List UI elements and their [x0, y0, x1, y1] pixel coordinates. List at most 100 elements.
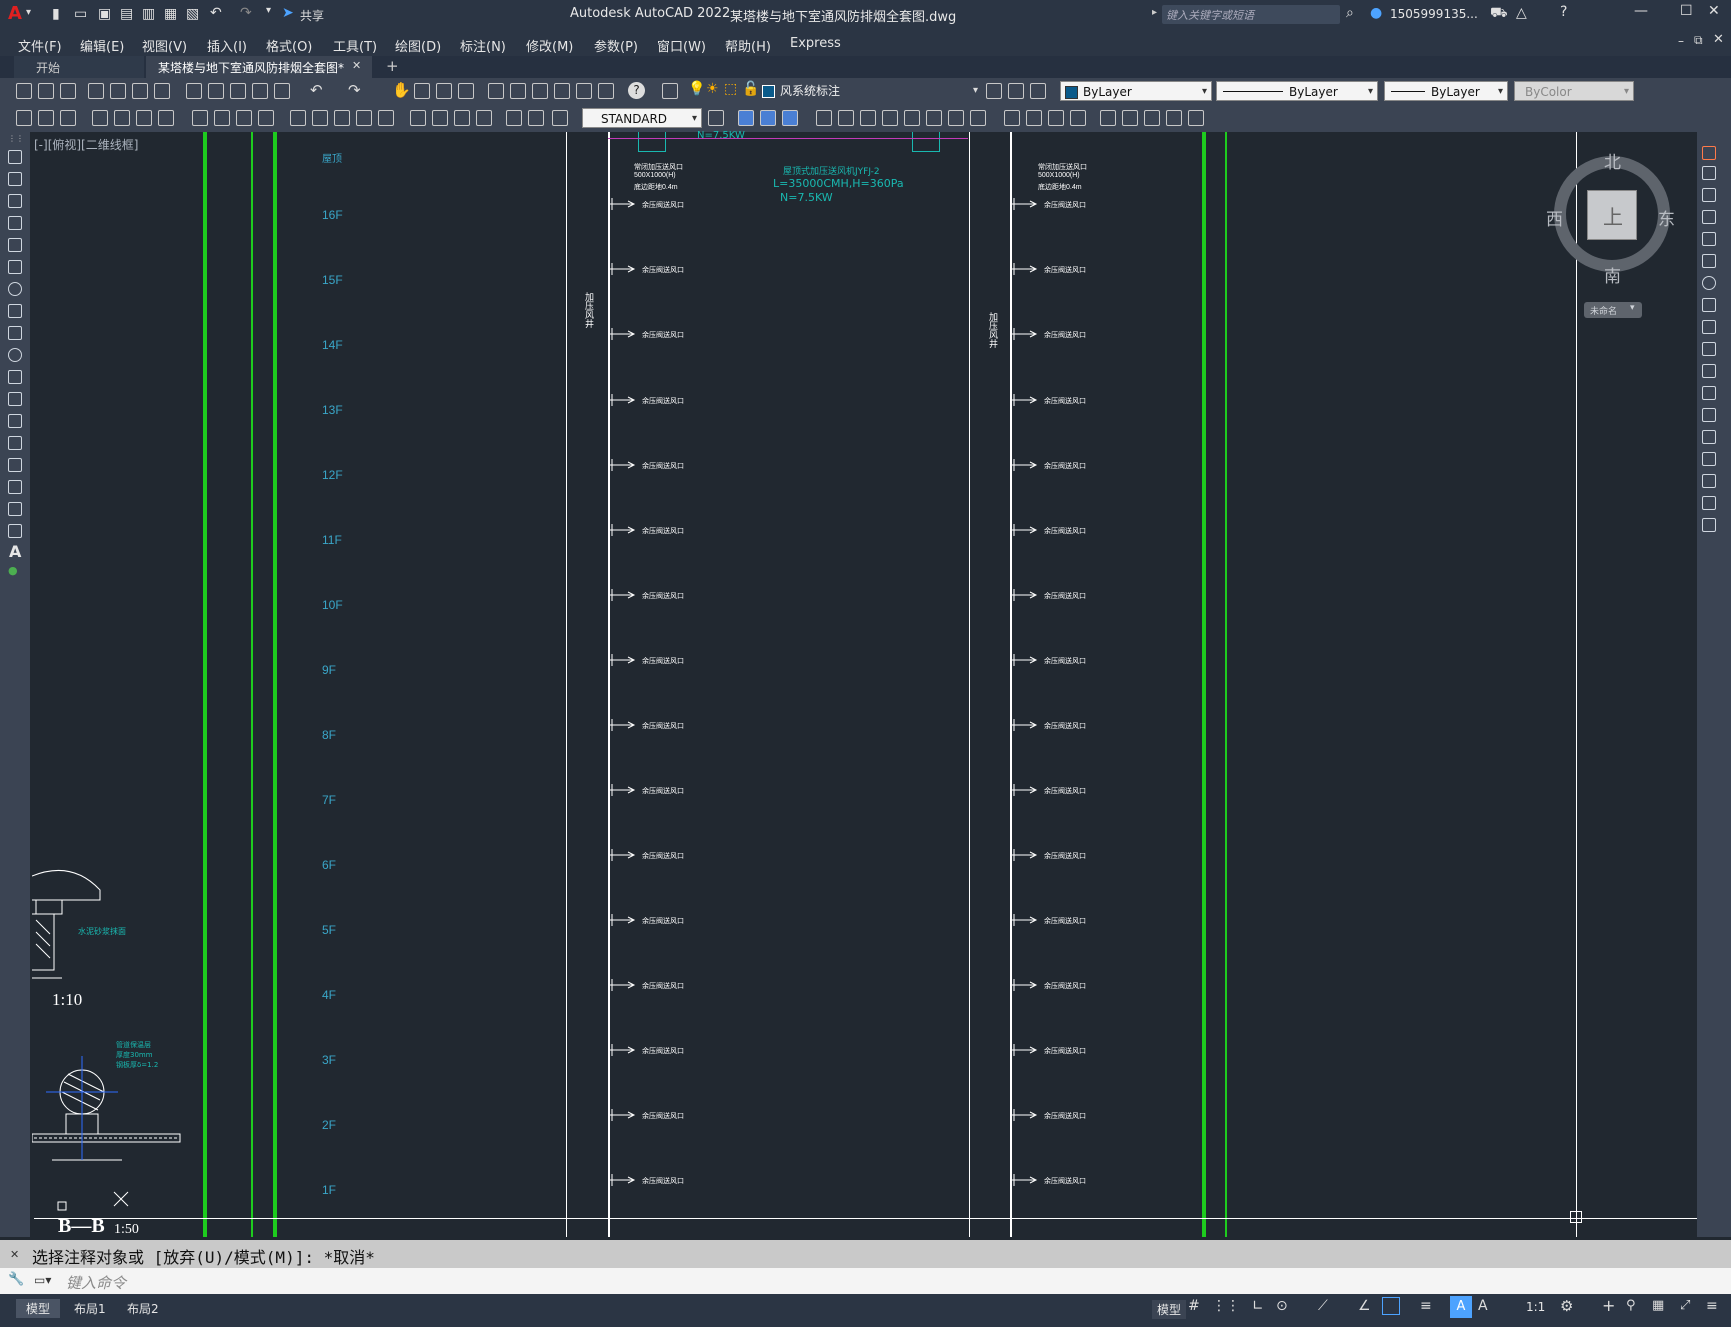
new-file-icon[interactable]: ▮	[52, 6, 60, 22]
ucs-x-icon[interactable]	[948, 110, 964, 126]
undo-icon[interactable]: ↶	[210, 5, 222, 21]
viewcube-north[interactable]: 北	[1604, 148, 1621, 173]
viewport-controls-label[interactable]: [-][俯视][二维线框]	[34, 136, 138, 153]
dim-jogged-icon[interactable]	[214, 110, 230, 126]
maximize-icon[interactable]: ☐	[1680, 3, 1693, 19]
tb-redo-icon[interactable]: ↷	[348, 81, 361, 99]
copy-object-icon[interactable]	[1702, 166, 1716, 180]
hardware-acceleration-icon[interactable]: ▦	[1652, 1298, 1664, 1313]
viewcube-south[interactable]: 南	[1604, 262, 1621, 287]
menu-file[interactable]: 文件(F)	[18, 36, 62, 55]
region-icon[interactable]	[8, 502, 22, 516]
new-tab-icon[interactable]: +	[386, 57, 399, 75]
erase-icon[interactable]	[1702, 146, 1716, 160]
viewcube-east[interactable]: 东	[1658, 205, 1675, 230]
menu-format[interactable]: 格式(O)	[266, 36, 312, 55]
isolate-icon[interactable]: ⚲	[1626, 1298, 1636, 1313]
chamfer-icon[interactable]	[1702, 452, 1716, 466]
ucs-zaxis-icon[interactable]	[904, 110, 920, 126]
tb-sheet-set-icon[interactable]	[554, 83, 570, 99]
blend-icon[interactable]	[1702, 496, 1716, 510]
tb-undo-icon[interactable]: ↶	[310, 81, 323, 99]
menu-window[interactable]: 窗口(W)	[657, 36, 706, 55]
draw-ellipse-arc-icon[interactable]	[8, 370, 22, 384]
fillet-icon[interactable]	[1702, 474, 1716, 488]
snap-icon[interactable]: ⋮⋮	[1212, 1298, 1240, 1314]
tb-layer-properties-icon[interactable]	[662, 83, 678, 99]
minimize-icon[interactable]: —	[1634, 3, 1648, 19]
user-name[interactable]: 1505999135...	[1390, 7, 1478, 21]
layer-vp-icon[interactable]: ⬚	[724, 81, 737, 97]
doc-close-icon[interactable]: ✕	[1713, 32, 1724, 47]
tb-attdef-icon[interactable]	[16, 110, 32, 126]
annotation-visibility-icon[interactable]: A	[1450, 1296, 1472, 1318]
tb-copy-icon[interactable]	[208, 83, 224, 99]
cart-icon[interactable]: ⛟	[1490, 5, 1508, 23]
view-front-icon[interactable]	[1100, 110, 1116, 126]
user-icon[interactable]: ●	[1370, 5, 1382, 21]
command-customize-icon[interactable]: 🔧	[8, 1272, 24, 1287]
dim-text-edit-icon[interactable]	[528, 110, 544, 126]
command-close-icon[interactable]: ✕	[10, 1248, 19, 1261]
view-sw-icon[interactable]	[1144, 110, 1160, 126]
doc-restore-icon[interactable]: ⧉	[1694, 33, 1703, 48]
tab-model[interactable]: 模型	[16, 1299, 61, 1318]
annotation-autoscale-icon[interactable]: A	[1478, 1298, 1488, 1314]
layer-thaw-sun-icon[interactable]: ☀	[706, 81, 719, 97]
menu-help[interactable]: 帮助(H)	[725, 36, 771, 55]
customization-icon[interactable]: ≡	[1706, 1298, 1718, 1314]
save-web-icon[interactable]: ▦	[164, 6, 177, 22]
menu-view[interactable]: 视图(V)	[142, 36, 187, 55]
ucs-face-icon[interactable]	[816, 110, 832, 126]
view-ne-icon[interactable]	[1188, 110, 1204, 126]
dim-update-icon[interactable]	[552, 110, 568, 126]
tb-help-icon[interactable]: ?	[628, 82, 645, 99]
model-space-button[interactable]: 模型	[1152, 1300, 1187, 1319]
doc-minimize-icon[interactable]: –	[1678, 34, 1684, 48]
tb-pan-icon[interactable]: ✋	[392, 81, 411, 99]
make-block-icon[interactable]	[8, 414, 22, 428]
isodraft-icon[interactable]: ⟋	[1318, 1298, 1328, 1314]
tab-close-icon[interactable]: ✕	[352, 59, 361, 72]
view-top-icon[interactable]	[1004, 110, 1020, 126]
annotation-scale[interactable]: 1:1	[1526, 1300, 1545, 1314]
draw-revcloud-icon[interactable]	[8, 304, 22, 318]
view-left-icon[interactable]	[1048, 110, 1064, 126]
layer-on-bulb-icon[interactable]: 💡	[688, 81, 705, 97]
help-icon[interactable]: ?	[1560, 4, 1567, 20]
insert-block-icon[interactable]	[8, 392, 22, 406]
dim-ordinate-icon[interactable]	[158, 110, 174, 126]
otrack-icon[interactable]: ∠	[1358, 1298, 1371, 1314]
linetype-dropdown[interactable]: ByLayer ▾	[1216, 81, 1378, 101]
menu-express[interactable]: Express	[790, 36, 841, 51]
tb-preview-icon[interactable]	[110, 83, 126, 99]
layer-dropdown[interactable]: 风系统标注 ▾	[760, 81, 982, 101]
tb-layer-previous-icon[interactable]	[1008, 83, 1024, 99]
move-icon[interactable]	[1702, 254, 1716, 268]
break-at-point-icon[interactable]	[1702, 386, 1716, 400]
tab-layout1[interactable]: 布局1	[64, 1299, 116, 1318]
plot-icon[interactable]: ▧	[186, 6, 199, 22]
wcs-menu[interactable]: 未命名 ▾	[1584, 302, 1642, 318]
share-label[interactable]: 共享	[300, 7, 324, 24]
tb-zoom-previous-icon[interactable]	[458, 83, 474, 99]
app-menu-chevron-icon[interactable]: ▾	[26, 7, 31, 18]
workspace-gear-icon[interactable]: ⚙	[1560, 1297, 1573, 1315]
viewcube-face[interactable]: 上	[1587, 190, 1637, 240]
redo-icon[interactable]: ↷	[240, 5, 252, 21]
dim-arc-icon[interactable]	[136, 110, 152, 126]
save-as-icon[interactable]: ▤	[120, 6, 133, 22]
tab-active-drawing[interactable]: 某塔楼与地下室通风防排烟全套图* ✕	[146, 56, 372, 78]
plotstyle-dropdown[interactable]: ByColor ▾	[1514, 81, 1634, 101]
stretch-icon[interactable]	[1702, 320, 1716, 334]
recent-commands-icon[interactable]: ▭▾	[34, 1273, 51, 1287]
tb-zoom-realtime-icon[interactable]	[414, 83, 430, 99]
tb-design-center-icon[interactable]	[510, 83, 526, 99]
tb-open-icon[interactable]	[38, 83, 54, 99]
draw-polyline-icon[interactable]	[8, 194, 22, 208]
join-icon[interactable]	[1702, 430, 1716, 444]
dim-space-icon[interactable]	[356, 110, 372, 126]
scale-icon[interactable]	[1702, 298, 1716, 312]
draw-point-icon[interactable]	[8, 436, 22, 450]
dim-baseline-icon[interactable]	[312, 110, 328, 126]
